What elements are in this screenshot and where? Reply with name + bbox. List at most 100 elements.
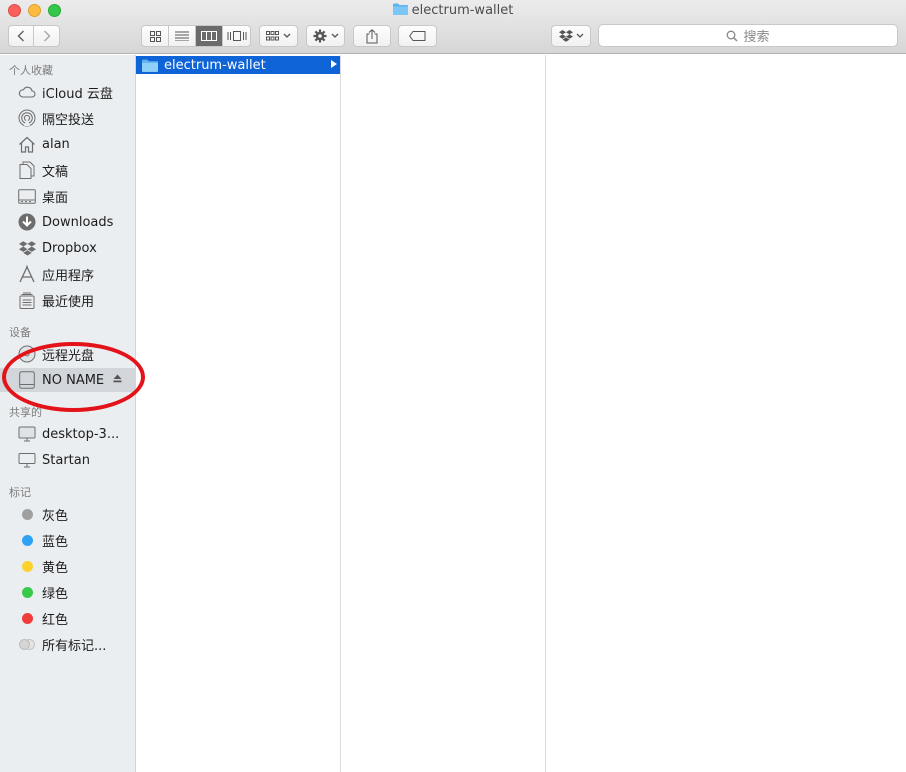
tag-dot-icon [18,557,36,575]
view-switcher [141,25,251,47]
window-title: electrum-wallet [0,3,906,18]
share-button[interactable] [353,25,391,47]
applications-icon [18,265,36,283]
sidebar-item-label: 绿色 [42,586,69,602]
chevron-left-icon [17,30,25,42]
sidebar-item-label: iCloud 云盘 [42,86,113,102]
recents-icon [18,291,36,309]
sidebar-item-downloads[interactable]: Downloads [0,210,136,234]
sidebar-tag-gray[interactable]: 灰色 [0,502,136,526]
sidebar-item-home[interactable]: alan [0,132,136,156]
sidebar-tag-all[interactable]: 所有标记... [0,632,136,656]
sidebar-item-recents[interactable]: 最近使用 [0,288,136,312]
gear-icon [313,29,326,43]
eject-icon[interactable] [113,374,122,386]
icon-view-button[interactable] [142,26,169,46]
back-button[interactable] [9,26,34,46]
cover-flow-icon [227,31,246,41]
share-icon [366,28,378,43]
toolbar: electrum-wallet 搜索 [0,0,906,54]
list-icon [175,31,189,41]
search-placeholder: 搜索 [743,30,770,45]
sidebar-item-label: 文稿 [42,164,69,180]
chevron-down-icon [283,33,291,38]
sidebar-item-applications[interactable]: 应用程序 [0,262,136,286]
sidebar-item-label: 隔空投送 [42,112,95,128]
sidebar-item-label: Downloads [42,214,114,230]
drive-icon [18,371,36,389]
sidebar-item-label: Startan [42,452,90,468]
sidebar-item-documents[interactable]: 文稿 [0,158,136,182]
disc-icon [18,345,36,363]
window-title-text: electrum-wallet [411,3,514,18]
nav-buttons [8,25,60,47]
sidebar-item-remote-disc[interactable]: 远程光盘 [0,342,136,366]
chevron-down-icon [576,33,583,38]
tag-dot-icon [18,531,36,549]
list-item-label: electrum-wallet [164,57,266,73]
forward-button[interactable] [34,26,59,46]
sidebar-tag-red[interactable]: 红色 [0,606,136,630]
column-view-button[interactable] [196,26,223,46]
sidebar-item-label: NO NAME [42,372,105,388]
sidebar-item-label: 黄色 [42,560,69,576]
tag-dot-icon [18,505,36,523]
list-view-button[interactable] [169,26,196,46]
cover-flow-view-button[interactable] [223,26,250,46]
dropbox-icon [558,30,573,42]
action-button[interactable] [306,25,345,47]
airdrop-icon [18,109,36,127]
download-icon [18,213,36,231]
sidebar: 个人收藏 iCloud 云盘 隔空投送 alan 文稿 桌面 Downloads… [0,55,136,772]
dropbox-menu-button[interactable] [551,25,591,47]
home-icon [18,135,36,153]
browser-column-1: electrum-wallet [136,55,341,772]
arrange-button[interactable] [259,25,298,47]
sidebar-tag-green[interactable]: 绿色 [0,580,136,604]
disclosure-arrow-icon [331,60,337,68]
monitor-icon [18,425,36,443]
sidebar-item-label: desktop-3... [42,426,120,442]
dropbox-icon [18,239,36,257]
sidebar-section-devices: 设备 [9,326,31,339]
sidebar-item-label: 最近使用 [42,294,95,310]
tag-button[interactable] [398,25,437,47]
sidebar-item-label: 灰色 [42,508,69,524]
tag-dot-icon [18,583,36,601]
browser-column-2[interactable] [341,55,546,772]
documents-icon [18,161,36,179]
tag-icon [409,31,426,41]
display-icon [18,451,36,469]
sidebar-item-label: 红色 [42,612,69,628]
columns-icon [201,31,217,41]
sidebar-item-dropbox[interactable]: Dropbox [0,236,136,260]
sidebar-item-no-name[interactable]: NO NAME [0,368,136,392]
sidebar-item-airdrop[interactable]: 隔空投送 [0,106,136,130]
search-icon [727,30,739,42]
sidebar-item-desktop-3[interactable]: desktop-3... [0,422,136,446]
sidebar-tag-blue[interactable]: 蓝色 [0,528,136,552]
sidebar-item-label: 所有标记... [42,638,107,654]
browser-column-3[interactable] [546,55,906,772]
list-item[interactable]: electrum-wallet [136,56,340,74]
tag-dot-icon [18,609,36,627]
sidebar-section-tags: 标记 [9,486,31,499]
sidebar-item-label: 蓝色 [42,534,69,550]
chevron-right-icon [43,30,51,42]
sidebar-tag-yellow[interactable]: 黄色 [0,554,136,578]
sidebar-item-label: alan [42,136,70,152]
sidebar-item-startan[interactable]: Startan [0,448,136,472]
sidebar-item-label: Dropbox [42,240,97,256]
search-field[interactable]: 搜索 [598,24,898,47]
sidebar-item-icloud[interactable]: iCloud 云盘 [0,80,136,104]
folder-icon [392,3,408,15]
sidebar-item-label: 应用程序 [42,268,95,284]
folder-icon [142,59,158,72]
all-tags-icon [18,635,36,653]
cloud-icon [18,83,36,101]
arrange-grid-icon [266,31,279,41]
desktop-icon [18,187,36,205]
sidebar-section-favorites: 个人收藏 [9,64,53,77]
sidebar-item-desktop[interactable]: 桌面 [0,184,136,208]
grid-icon [149,30,161,42]
